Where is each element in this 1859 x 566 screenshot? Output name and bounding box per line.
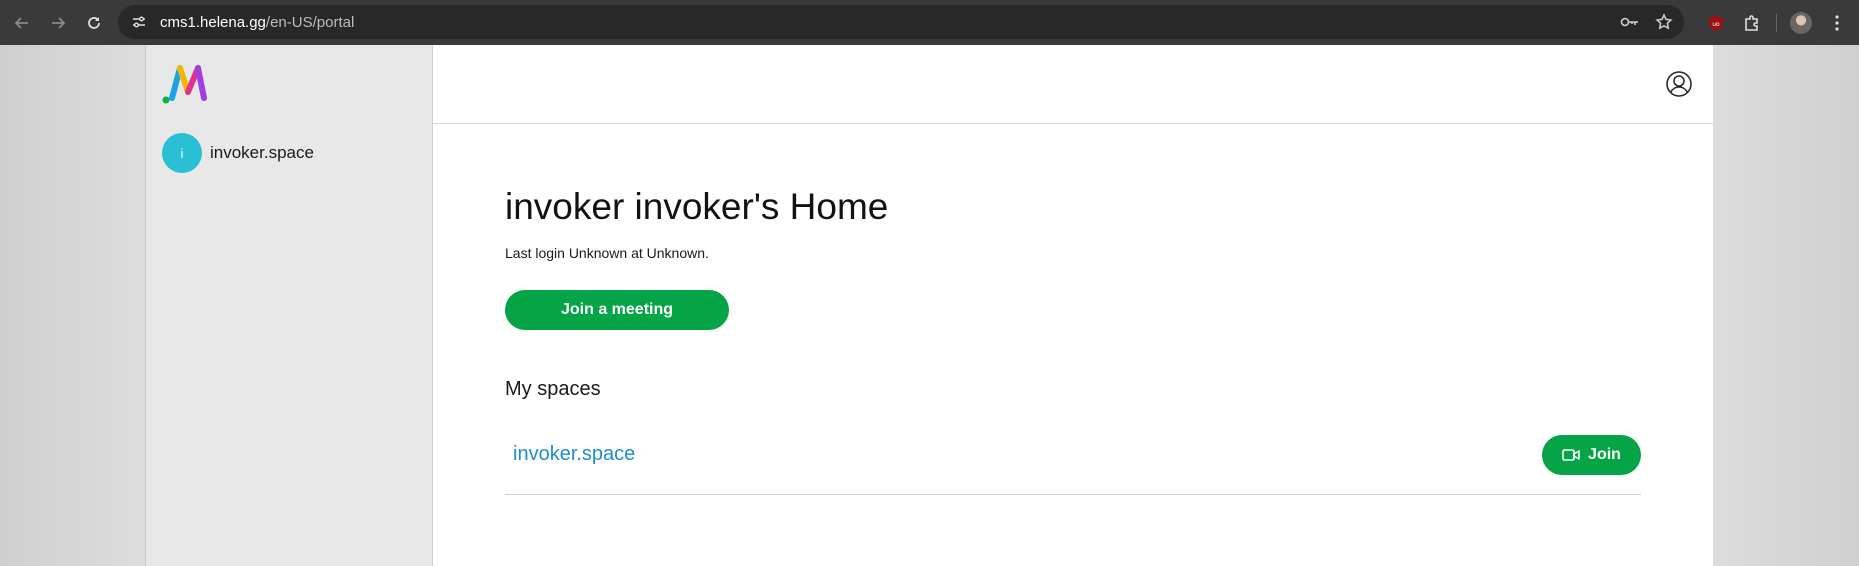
ublock-icon[interactable]: uo xyxy=(1698,5,1734,41)
back-icon[interactable] xyxy=(4,5,40,41)
space-avatar: i xyxy=(162,133,202,173)
menu-icon[interactable] xyxy=(1819,5,1855,41)
main-content: invoker invoker's Home Last login Unknow… xyxy=(433,45,1713,566)
sidebar: i invoker.space xyxy=(145,45,433,566)
list-item: invoker.space Join xyxy=(505,423,1641,495)
join-space-button[interactable]: Join xyxy=(1542,435,1641,475)
main-header xyxy=(433,45,1713,124)
space-link[interactable]: invoker.space xyxy=(513,443,635,466)
site-info-icon[interactable] xyxy=(122,5,156,39)
reload-icon[interactable] xyxy=(76,5,112,41)
account-icon[interactable] xyxy=(1665,70,1693,98)
meeting-app-logo[interactable] xyxy=(162,62,210,106)
url-text[interactable]: cms1.helena.gg/en-US/portal xyxy=(160,14,354,31)
join-meeting-button[interactable]: Join a meeting xyxy=(505,290,729,330)
extensions-icon[interactable] xyxy=(1734,5,1770,41)
toolbar-divider xyxy=(1776,13,1777,32)
viewport-background-left xyxy=(0,45,145,566)
video-camera-icon xyxy=(1562,448,1580,462)
bookmark-star-icon[interactable] xyxy=(1652,10,1676,34)
address-bar[interactable]: cms1.helena.gg/en-US/portal xyxy=(118,5,1684,39)
password-key-icon[interactable] xyxy=(1618,10,1642,34)
forward-icon[interactable] xyxy=(40,5,76,41)
profile-avatar[interactable] xyxy=(1783,5,1819,41)
my-spaces-heading: My spaces xyxy=(505,378,601,400)
viewport-background-right xyxy=(1713,45,1859,566)
browser-toolbar: cms1.helena.gg/en-US/portal uo xyxy=(0,0,1859,45)
join-button-label: Join xyxy=(1588,446,1621,463)
last-login-text: Last login Unknown at Unknown. xyxy=(505,245,709,261)
svg-text:uo: uo xyxy=(1712,21,1720,28)
sidebar-item-label: invoker.space xyxy=(210,143,314,162)
page-title: invoker invoker's Home xyxy=(505,186,889,227)
sidebar-item-space[interactable]: i invoker.space xyxy=(162,133,314,173)
